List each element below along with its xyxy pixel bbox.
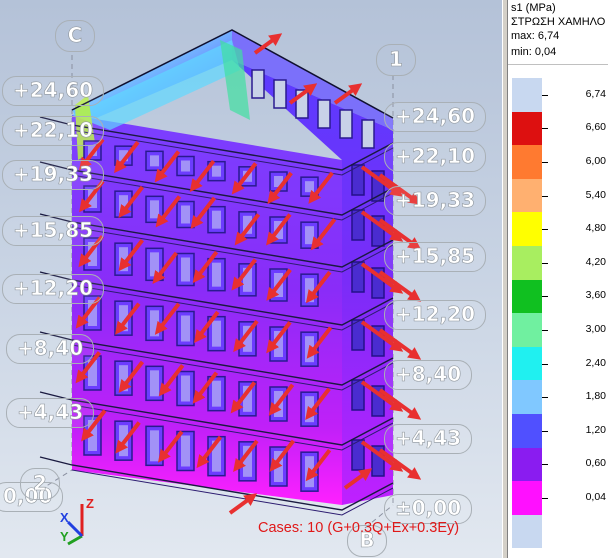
window-glass <box>150 252 159 277</box>
level-marker-left: +4,43 <box>6 398 95 428</box>
legend-tick <box>542 363 548 365</box>
window-glass <box>212 210 221 229</box>
legend-swatch <box>512 414 542 448</box>
window-glass <box>150 155 159 167</box>
model-viewport[interactable]: +24,60 +22,10 +19,33 +15,85 +12,20 +8,40… <box>0 0 502 558</box>
level-marker-right: +12,20 <box>384 300 487 330</box>
legend-value: 6,00 <box>585 155 606 167</box>
level-marker-right: +24,60 <box>384 102 487 132</box>
stress-arrow <box>228 493 258 515</box>
level-marker-left: +19,33 <box>2 160 105 190</box>
color-scale: 6,74 6,60 6,00 5,40 4,80 4,20 3,60 3,00 2,40 1,80… <box>508 64 608 558</box>
legend-swatch <box>512 246 542 280</box>
legend-tick <box>542 229 548 231</box>
window-glass <box>212 262 221 287</box>
window-glass <box>181 160 190 172</box>
axis-label-z: Z <box>86 496 94 511</box>
level-marker-left: +15,85 <box>2 216 105 246</box>
legend-swatch <box>512 447 542 482</box>
level-marker-right: +19,33 <box>384 186 487 216</box>
window-glass <box>181 257 190 282</box>
legend-swatch <box>512 380 542 414</box>
legend-value: 4,80 <box>585 222 606 235</box>
legend-quantity: s1 (MPa) <box>511 2 556 14</box>
legend-layer: ΣΤΡΩΣΗ ΧΑΜΗΛΟ <box>511 16 606 28</box>
window-glass <box>212 165 221 177</box>
window-glass <box>305 278 314 303</box>
legend-value: 3,00 <box>585 323 606 335</box>
legend-swatch <box>512 279 542 314</box>
window-glass <box>181 315 190 342</box>
legend-tick <box>542 195 548 197</box>
legend-tick <box>542 330 548 331</box>
legend-swatch <box>512 78 542 112</box>
legend-swatch <box>512 346 542 381</box>
load-case-label: Cases: 10 (G+0.3Q+Ex+0.3Ey) <box>258 520 460 536</box>
window-glass <box>150 200 159 219</box>
front-facade <box>72 115 342 505</box>
legend-header: s1 (MPa) ΣΤΡΩΣΗ ΧΑΜΗΛΟ max: 6,74 min: 0,… <box>508 0 608 65</box>
axis-label-x: X <box>60 510 69 525</box>
window-glass <box>150 370 159 397</box>
legend-tick <box>542 162 548 163</box>
legend-value: 6,74 <box>585 87 606 100</box>
window-glass <box>305 226 314 245</box>
level-marker-right: +8,40 <box>384 360 473 390</box>
legend-swatch <box>512 514 542 549</box>
legend-value: 6,60 <box>585 121 606 134</box>
legend-swatch <box>512 178 542 213</box>
level-marker-left: +8,40 <box>6 334 95 364</box>
window-glass <box>181 435 190 467</box>
window <box>273 79 287 109</box>
legend-value: 1,20 <box>585 423 606 436</box>
window-glass <box>212 380 221 407</box>
legend-tick <box>542 128 548 130</box>
legend-swatch <box>512 145 542 179</box>
grid-axis-2: 2 <box>20 468 60 500</box>
window-glass <box>150 430 159 462</box>
legend-value: 2,40 <box>585 356 606 369</box>
legend-max: max: 6,74 <box>511 30 560 42</box>
legend-value: 4,20 <box>585 255 606 268</box>
grid-axis-1: 1 <box>376 44 416 76</box>
legend-tick <box>542 94 548 96</box>
legend-value: 5,40 <box>585 188 606 201</box>
window-glass <box>181 205 190 224</box>
level-marker-right: +22,10 <box>384 142 487 172</box>
level-marker-left: +22,10 <box>2 116 105 146</box>
legend-swatch <box>512 111 542 146</box>
app-window: +24,60 +22,10 +19,33 +15,85 +12,20 +8,40… <box>0 0 608 558</box>
window-glass <box>150 310 159 337</box>
window <box>339 109 353 139</box>
legend-swatch <box>512 313 542 347</box>
window-glass <box>181 375 190 402</box>
legend-value: 1,80 <box>585 390 606 403</box>
legend-value: 3,60 <box>585 289 606 302</box>
legend-tick <box>542 397 548 399</box>
legend-tick <box>542 464 548 466</box>
window-glass <box>305 181 314 193</box>
legend-panel: s1 (MPa) ΣΤΡΩΣΗ ΧΑΜΗΛΟ max: 6,74 min: 0,… <box>508 0 608 558</box>
legend-tick <box>542 296 548 298</box>
axis-triad-icon: Z X Y <box>60 496 94 546</box>
level-marker-left: +12,20 <box>2 274 105 304</box>
axis-label-y: Y <box>60 529 69 544</box>
window-glass <box>212 320 221 347</box>
window <box>361 119 375 149</box>
legend-tick <box>542 262 548 264</box>
grid-axis-c: C <box>55 20 95 52</box>
level-marker-left: +24,60 <box>2 76 105 106</box>
legend-tick <box>542 498 548 499</box>
legend-swatch <box>512 481 542 515</box>
level-marker-right: +15,85 <box>384 242 487 272</box>
level-marker-right: +4,43 <box>384 424 473 454</box>
legend-value: 0,04 <box>585 491 606 503</box>
legend-value: 0,60 <box>585 457 606 470</box>
legend-min: min: 0,04 <box>511 46 557 58</box>
legend-tick <box>542 430 548 432</box>
window <box>251 69 265 99</box>
legend-swatch <box>512 212 542 246</box>
window <box>317 99 331 129</box>
